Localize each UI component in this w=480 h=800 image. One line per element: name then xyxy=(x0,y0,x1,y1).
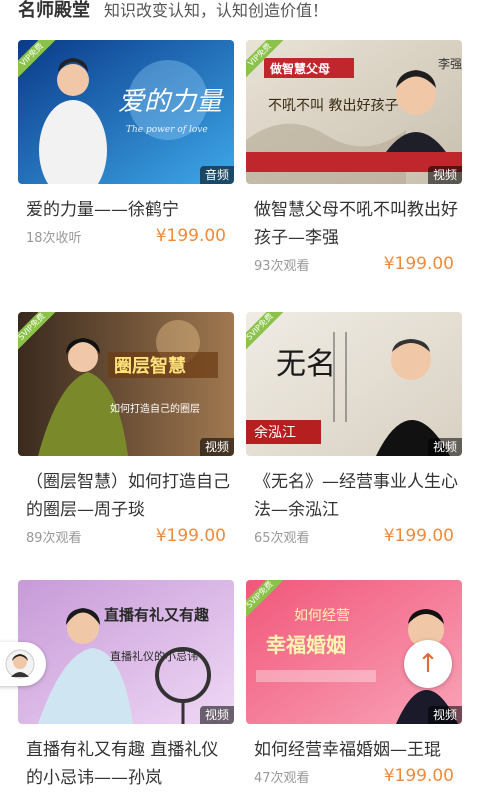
thumbnail-art: 无名 余泓江 xyxy=(246,312,462,456)
thumbnail-art: 做智慧父母 不吼不叫 教出好孩子 李强 xyxy=(246,40,462,184)
svg-text:李强: 李强 xyxy=(438,56,462,71)
svg-text:The power of love: The power of love xyxy=(126,125,208,135)
avatar-icon xyxy=(5,649,35,679)
course-title[interactable]: 如何经营幸福婚姻—王琨 xyxy=(246,736,462,764)
svg-text:圈层智慧: 圈层智慧 xyxy=(114,355,186,377)
course-thumbnail[interactable]: 直播有礼又有趣 直播礼仪的小忌讳 视频 xyxy=(18,580,234,724)
course-card[interactable]: 爱的力量 The power of love VIP免费 音频 爱的力量——徐鹤… xyxy=(18,40,234,246)
arrow-up-icon: ↑ xyxy=(417,649,439,679)
thumbnail-art: 圈层智慧 如何打造自己的圈层 xyxy=(18,312,234,456)
course-title[interactable]: 《无名》—经营事业人生心法—余泓江 xyxy=(246,468,462,524)
view-count: 18次收听 xyxy=(26,230,82,246)
course-price: ¥199.00 xyxy=(383,766,454,786)
back-to-top-button[interactable]: ↑ xyxy=(404,640,452,688)
course-thumbnail[interactable]: 无名 余泓江 SVIP免费 视频 xyxy=(246,312,462,456)
media-type-badge: 视频 xyxy=(427,166,462,184)
view-count: 65次观看 xyxy=(254,530,310,546)
course-card[interactable]: 直播有礼又有趣 直播礼仪的小忌讳 视频 直播有礼又有趣 直播礼仪的小忌讳——孙岚 xyxy=(18,580,234,792)
svg-text:无名: 无名 xyxy=(276,347,336,382)
section-title: 名师殿堂 xyxy=(18,0,90,21)
page-header: 名师殿堂 知识改变认知，认知创造价值！ xyxy=(18,0,328,24)
course-price: ¥199.00 xyxy=(155,526,226,546)
course-meta: 65次观看 ¥199.00 xyxy=(246,526,462,546)
course-title[interactable]: 直播有礼又有趣 直播礼仪的小忌讳——孙岚 xyxy=(18,736,234,792)
course-card[interactable]: 无名 余泓江 SVIP免费 视频 《无名》—经营事业人生心法—余泓江 65次观看… xyxy=(246,312,462,546)
course-card[interactable]: 做智慧父母 不吼不叫 教出好孩子 李强 VIP免费 视频 做智慧父母不吼不叫教出… xyxy=(246,40,462,274)
svg-text:如何打造自己的圈层: 如何打造自己的圈层 xyxy=(110,402,200,415)
svg-text:做智慧父母: 做智慧父母 xyxy=(269,61,330,76)
course-thumbnail[interactable]: 做智慧父母 不吼不叫 教出好孩子 李强 VIP免费 视频 xyxy=(246,40,462,184)
customer-service-button[interactable] xyxy=(0,642,46,686)
svg-text:直播有礼又有趣: 直播有礼又有趣 xyxy=(104,606,210,624)
course-meta: 47次观看 ¥199.00 xyxy=(246,766,462,786)
svg-text:如何经营: 如何经营 xyxy=(294,608,350,624)
media-type-badge: 音频 xyxy=(199,166,234,184)
view-count: 89次观看 xyxy=(26,530,82,546)
media-type-badge: 视频 xyxy=(199,706,234,724)
course-meta: 93次观看 ¥199.00 xyxy=(246,254,462,274)
course-meta: 18次收听 ¥199.00 xyxy=(18,226,234,246)
course-price: ¥199.00 xyxy=(155,226,226,246)
media-type-badge: 视频 xyxy=(199,438,234,456)
course-meta: 89次观看 ¥199.00 xyxy=(18,526,234,546)
course-title[interactable]: （圈层智慧）如何打造自己的圈层—周子琰 xyxy=(18,468,234,524)
course-title[interactable]: 做智慧父母不吼不叫教出好孩子—李强 xyxy=(246,196,462,252)
view-count: 47次观看 xyxy=(254,770,310,786)
course-thumbnail[interactable]: 圈层智慧 如何打造自己的圈层 SVIP免费 视频 xyxy=(18,312,234,456)
svg-text:不吼不叫 教出好孩子: 不吼不叫 教出好孩子 xyxy=(268,98,398,114)
thumbnail-art: 爱的力量 The power of love xyxy=(18,40,234,184)
thumbnail-art: 直播有礼又有趣 直播礼仪的小忌讳 xyxy=(18,580,234,724)
view-count: 93次观看 xyxy=(254,258,310,274)
course-price: ¥199.00 xyxy=(383,526,454,546)
course-title[interactable]: 爱的力量——徐鹤宁 xyxy=(18,196,234,224)
media-type-badge: 视频 xyxy=(427,438,462,456)
media-type-badge: 视频 xyxy=(427,706,462,724)
course-thumbnail[interactable]: 爱的力量 The power of love VIP免费 音频 xyxy=(18,40,234,184)
svg-text:余泓江: 余泓江 xyxy=(254,424,296,441)
course-card[interactable]: 圈层智慧 如何打造自己的圈层 SVIP免费 视频 （圈层智慧）如何打造自己的圈层… xyxy=(18,312,234,546)
svg-text:爱的力量: 爱的力量 xyxy=(118,87,225,117)
course-price: ¥199.00 xyxy=(383,254,454,274)
svg-text:直播礼仪的小忌讳: 直播礼仪的小忌讳 xyxy=(110,649,198,663)
svg-text:幸福婚姻: 幸福婚姻 xyxy=(266,633,346,657)
section-slogan: 知识改变认知，认知创造价值！ xyxy=(104,1,329,20)
